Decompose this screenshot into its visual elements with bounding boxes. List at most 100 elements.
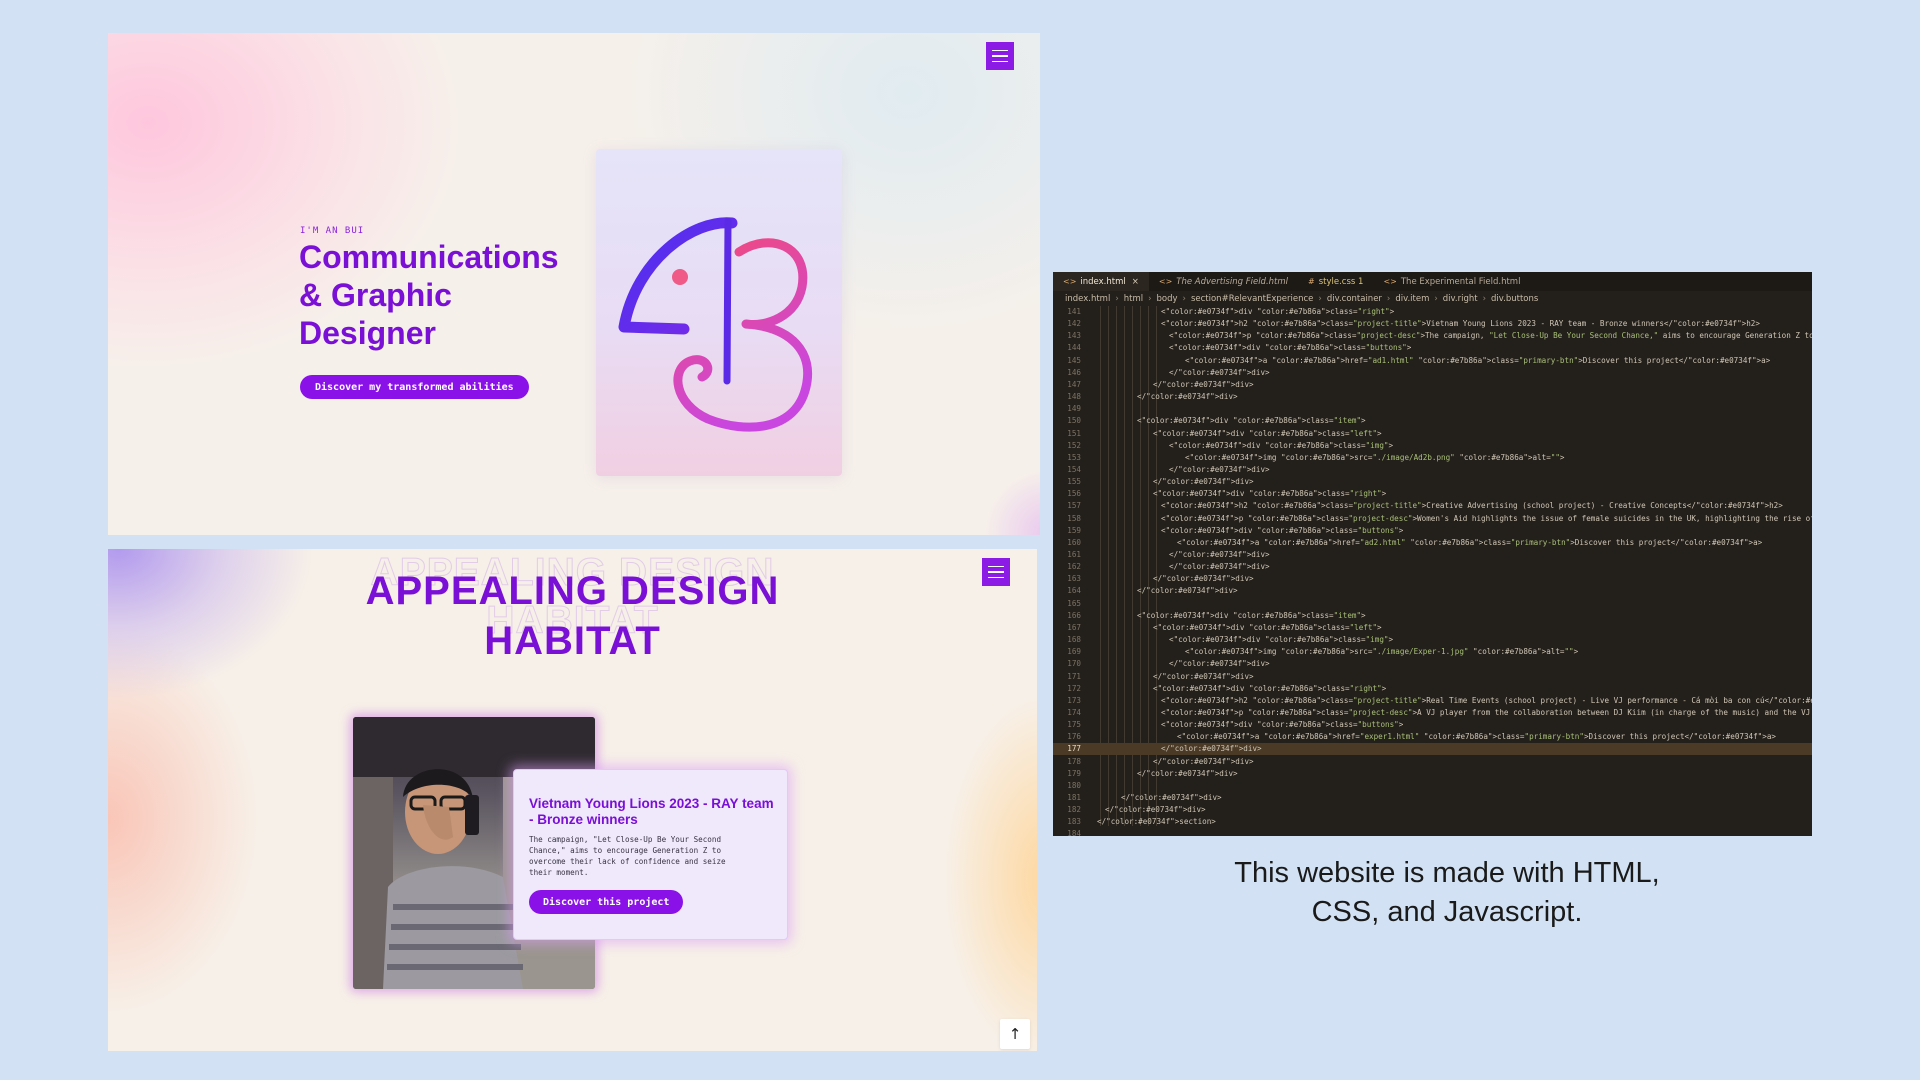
- code-text: <"color:#e0734f">p "color:#e7b86a">class…: [1161, 513, 1812, 523]
- chevron-right-icon: ›: [1115, 293, 1119, 304]
- tab-label: The Advertising Field.html: [1176, 276, 1289, 287]
- line-number: 175: [1067, 720, 1081, 730]
- code-line[interactable]: 152 <"color:#e0734f">div "color:#e7b86a">…: [1053, 440, 1812, 452]
- line-number: 146: [1067, 367, 1081, 377]
- code-line[interactable]: 170 </"color:#e0734f">div>: [1053, 658, 1812, 670]
- code-line[interactable]: 149: [1053, 403, 1812, 415]
- code-text: </"color:#e0734f">div>: [1121, 793, 1222, 802]
- line-number: 147: [1067, 379, 1081, 389]
- code-area[interactable]: 141 <"color:#e0734f">div "color:#e7b86a">…: [1053, 306, 1812, 836]
- code-line[interactable]: 182 </"color:#e0734f">div>: [1053, 804, 1812, 816]
- code-line[interactable]: 166 <"color:#e0734f">div "color:#e7b86a">…: [1053, 610, 1812, 622]
- breadcrumb-item[interactable]: index.html: [1065, 294, 1110, 304]
- line-number: 164: [1067, 586, 1081, 596]
- code-line[interactable]: 143 <"color:#e0734f">p "color:#e7b86a">cl…: [1053, 330, 1812, 342]
- code-text: </"color:#e0734f">div>: [1137, 768, 1238, 778]
- code-line[interactable]: 178 </"color:#e0734f">div>: [1053, 756, 1812, 768]
- code-line[interactable]: 160 <"color:#e0734f">a "color:#e7b86a">hr…: [1053, 537, 1812, 549]
- breadcrumb-item[interactable]: div.item: [1395, 294, 1429, 304]
- code-text: <"color:#e0734f">div "color:#e7b86a">cla…: [1161, 525, 1404, 535]
- tab-index-html[interactable]: <> index.html ×: [1053, 272, 1149, 291]
- discover-project-button[interactable]: Discover this project: [529, 890, 684, 914]
- code-line[interactable]: 172 <"color:#e0734f">div "color:#e7b86a">…: [1053, 683, 1812, 695]
- code-line[interactable]: 158 <"color:#e0734f">p "color:#e7b86a">cl…: [1053, 513, 1812, 525]
- code-line[interactable]: 159 <"color:#e0734f">div "color:#e7b86a">…: [1053, 525, 1812, 537]
- section-title: APPEALING DESIGN HABITAT: [108, 566, 1037, 666]
- code-line[interactable]: 163 </"color:#e0734f">div>: [1053, 573, 1812, 585]
- code-text: <"color:#e0734f">img "color:#e7b86a">src…: [1185, 647, 1579, 657]
- code-line[interactable]: 147 </"color:#e0734f">div>: [1053, 379, 1812, 391]
- code-text: <"color:#e0734f">div "color:#e7b86a">cla…: [1161, 720, 1404, 730]
- code-line[interactable]: 148 </"color:#e0734f">div>: [1053, 391, 1812, 403]
- code-line[interactable]: 155 </"color:#e0734f">div>: [1053, 476, 1812, 488]
- hamburger-menu-icon[interactable]: [982, 558, 1010, 586]
- code-text: <"color:#e0734f">h2 "color:#e7b86a">clas…: [1161, 319, 1760, 329]
- code-line[interactable]: 153 <"color:#e0734f">img "color:#e7b86a">…: [1053, 452, 1812, 464]
- line-number: 143: [1067, 331, 1081, 341]
- code-line[interactable]: 183 </"color:#e0734f">section>: [1053, 816, 1812, 828]
- scroll-to-top-icon[interactable]: ↑: [1000, 1019, 1030, 1049]
- breadcrumb-item[interactable]: div.container: [1327, 294, 1382, 304]
- code-line[interactable]: 146 </"color:#e0734f">div>: [1053, 367, 1812, 379]
- code-text: <"color:#e0734f">a "color:#e7b86a">href=…: [1177, 732, 1776, 742]
- code-line[interactable]: 171 </"color:#e0734f">div>: [1053, 671, 1812, 683]
- ab-monogram-logo: [618, 217, 812, 432]
- code-text: </"color:#e0734f">section>: [1097, 817, 1216, 827]
- breadcrumb-item[interactable]: div.buttons: [1491, 294, 1538, 304]
- code-line[interactable]: 168 <"color:#e0734f">div "color:#e7b86a">…: [1053, 634, 1812, 646]
- hero-title-line: & Graphic: [299, 277, 452, 313]
- code-line[interactable]: 142 <"color:#e0734f">h2 "color:#e7b86a">c…: [1053, 318, 1812, 330]
- tab-experimental-field[interactable]: <> The Experimental Field.html: [1373, 272, 1530, 291]
- code-line[interactable]: 165: [1053, 598, 1812, 610]
- chevron-right-icon: ›: [1386, 293, 1391, 304]
- line-number: 177: [1067, 744, 1081, 754]
- project-card: Vietnam Young Lions 2023 - RAY team - Br…: [513, 769, 788, 940]
- code-line[interactable]: 144 <"color:#e0734f">div "color:#e7b86a">…: [1053, 342, 1812, 354]
- code-line[interactable]: 150 <"color:#e0734f">div "color:#e7b86a">…: [1053, 415, 1812, 427]
- code-line[interactable]: 145 <"color:#e0734f">a "color:#e7b86a">hr…: [1053, 355, 1812, 367]
- code-line[interactable]: 157 <"color:#e0734f">h2 "color:#e7b86a">c…: [1053, 500, 1812, 512]
- tab-style-css[interactable]: # style.css 1: [1298, 272, 1373, 291]
- code-line[interactable]: 173 <"color:#e0734f">h2 "color:#e7b86a">c…: [1053, 695, 1812, 707]
- hero-title-line: Communications: [299, 239, 559, 275]
- chevron-right-icon: ›: [1148, 293, 1152, 304]
- line-number: 150: [1067, 416, 1081, 426]
- code-line[interactable]: 176 <"color:#e0734f">a "color:#e7b86a">hr…: [1053, 731, 1812, 743]
- code-line[interactable]: 154 </"color:#e0734f">div>: [1053, 464, 1812, 476]
- code-text: </"color:#e0734f">div>: [1153, 671, 1254, 681]
- tab-advertising-field[interactable]: <> The Advertising Field.html: [1149, 272, 1298, 291]
- line-number: 176: [1067, 732, 1081, 742]
- code-line[interactable]: 151 <"color:#e0734f">div "color:#e7b86a">…: [1053, 428, 1812, 440]
- code-line[interactable]: 181 </"color:#e0734f">div>: [1053, 792, 1812, 804]
- discover-abilities-button[interactable]: Discover my transformed abilities: [300, 375, 529, 399]
- breadcrumb-item[interactable]: html: [1124, 294, 1143, 304]
- chevron-right-icon: ›: [1434, 293, 1438, 304]
- code-text: <"color:#e0734f">div "color:#e7b86a">cla…: [1153, 428, 1382, 438]
- breadcrumb-item[interactable]: section#RelevantExperience: [1191, 294, 1313, 304]
- code-text: </"color:#e0734f">div>: [1153, 477, 1254, 487]
- code-line[interactable]: 177 </"color:#e0734f">div>: [1053, 743, 1812, 756]
- code-line[interactable]: 161 </"color:#e0734f">div>: [1053, 549, 1812, 561]
- breadcrumb-item[interactable]: div.right: [1443, 294, 1478, 304]
- code-line[interactable]: 162 </"color:#e0734f">div>: [1053, 561, 1812, 573]
- code-line[interactable]: 179 </"color:#e0734f">div>: [1053, 768, 1812, 780]
- line-number: 154: [1067, 464, 1081, 474]
- hamburger-menu-icon[interactable]: [986, 42, 1014, 70]
- code-line[interactable]: 167 <"color:#e0734f">div "color:#e7b86a">…: [1053, 622, 1812, 634]
- code-line[interactable]: 164 </"color:#e0734f">div>: [1053, 585, 1812, 597]
- code-line[interactable]: 184: [1053, 828, 1812, 836]
- line-number: 172: [1067, 683, 1081, 693]
- line-number: 166: [1067, 610, 1081, 620]
- code-line[interactable]: 169 <"color:#e0734f">img "color:#e7b86a">…: [1053, 646, 1812, 658]
- code-line[interactable]: 141 <"color:#e0734f">div "color:#e7b86a">…: [1053, 306, 1812, 318]
- close-icon[interactable]: ×: [1132, 277, 1139, 287]
- line-number: 163: [1067, 574, 1081, 584]
- line-number: 162: [1067, 562, 1081, 572]
- line-number: 174: [1067, 707, 1081, 717]
- code-line[interactable]: 156 <"color:#e0734f">div "color:#e7b86a">…: [1053, 488, 1812, 500]
- breadcrumb-item[interactable]: body: [1157, 294, 1178, 304]
- code-line[interactable]: 174 <"color:#e0734f">p "color:#e7b86a">cl…: [1053, 707, 1812, 719]
- code-line[interactable]: 180: [1053, 780, 1812, 792]
- code-line[interactable]: 175 <"color:#e0734f">div "color:#e7b86a">…: [1053, 719, 1812, 731]
- line-number: 151: [1067, 428, 1081, 438]
